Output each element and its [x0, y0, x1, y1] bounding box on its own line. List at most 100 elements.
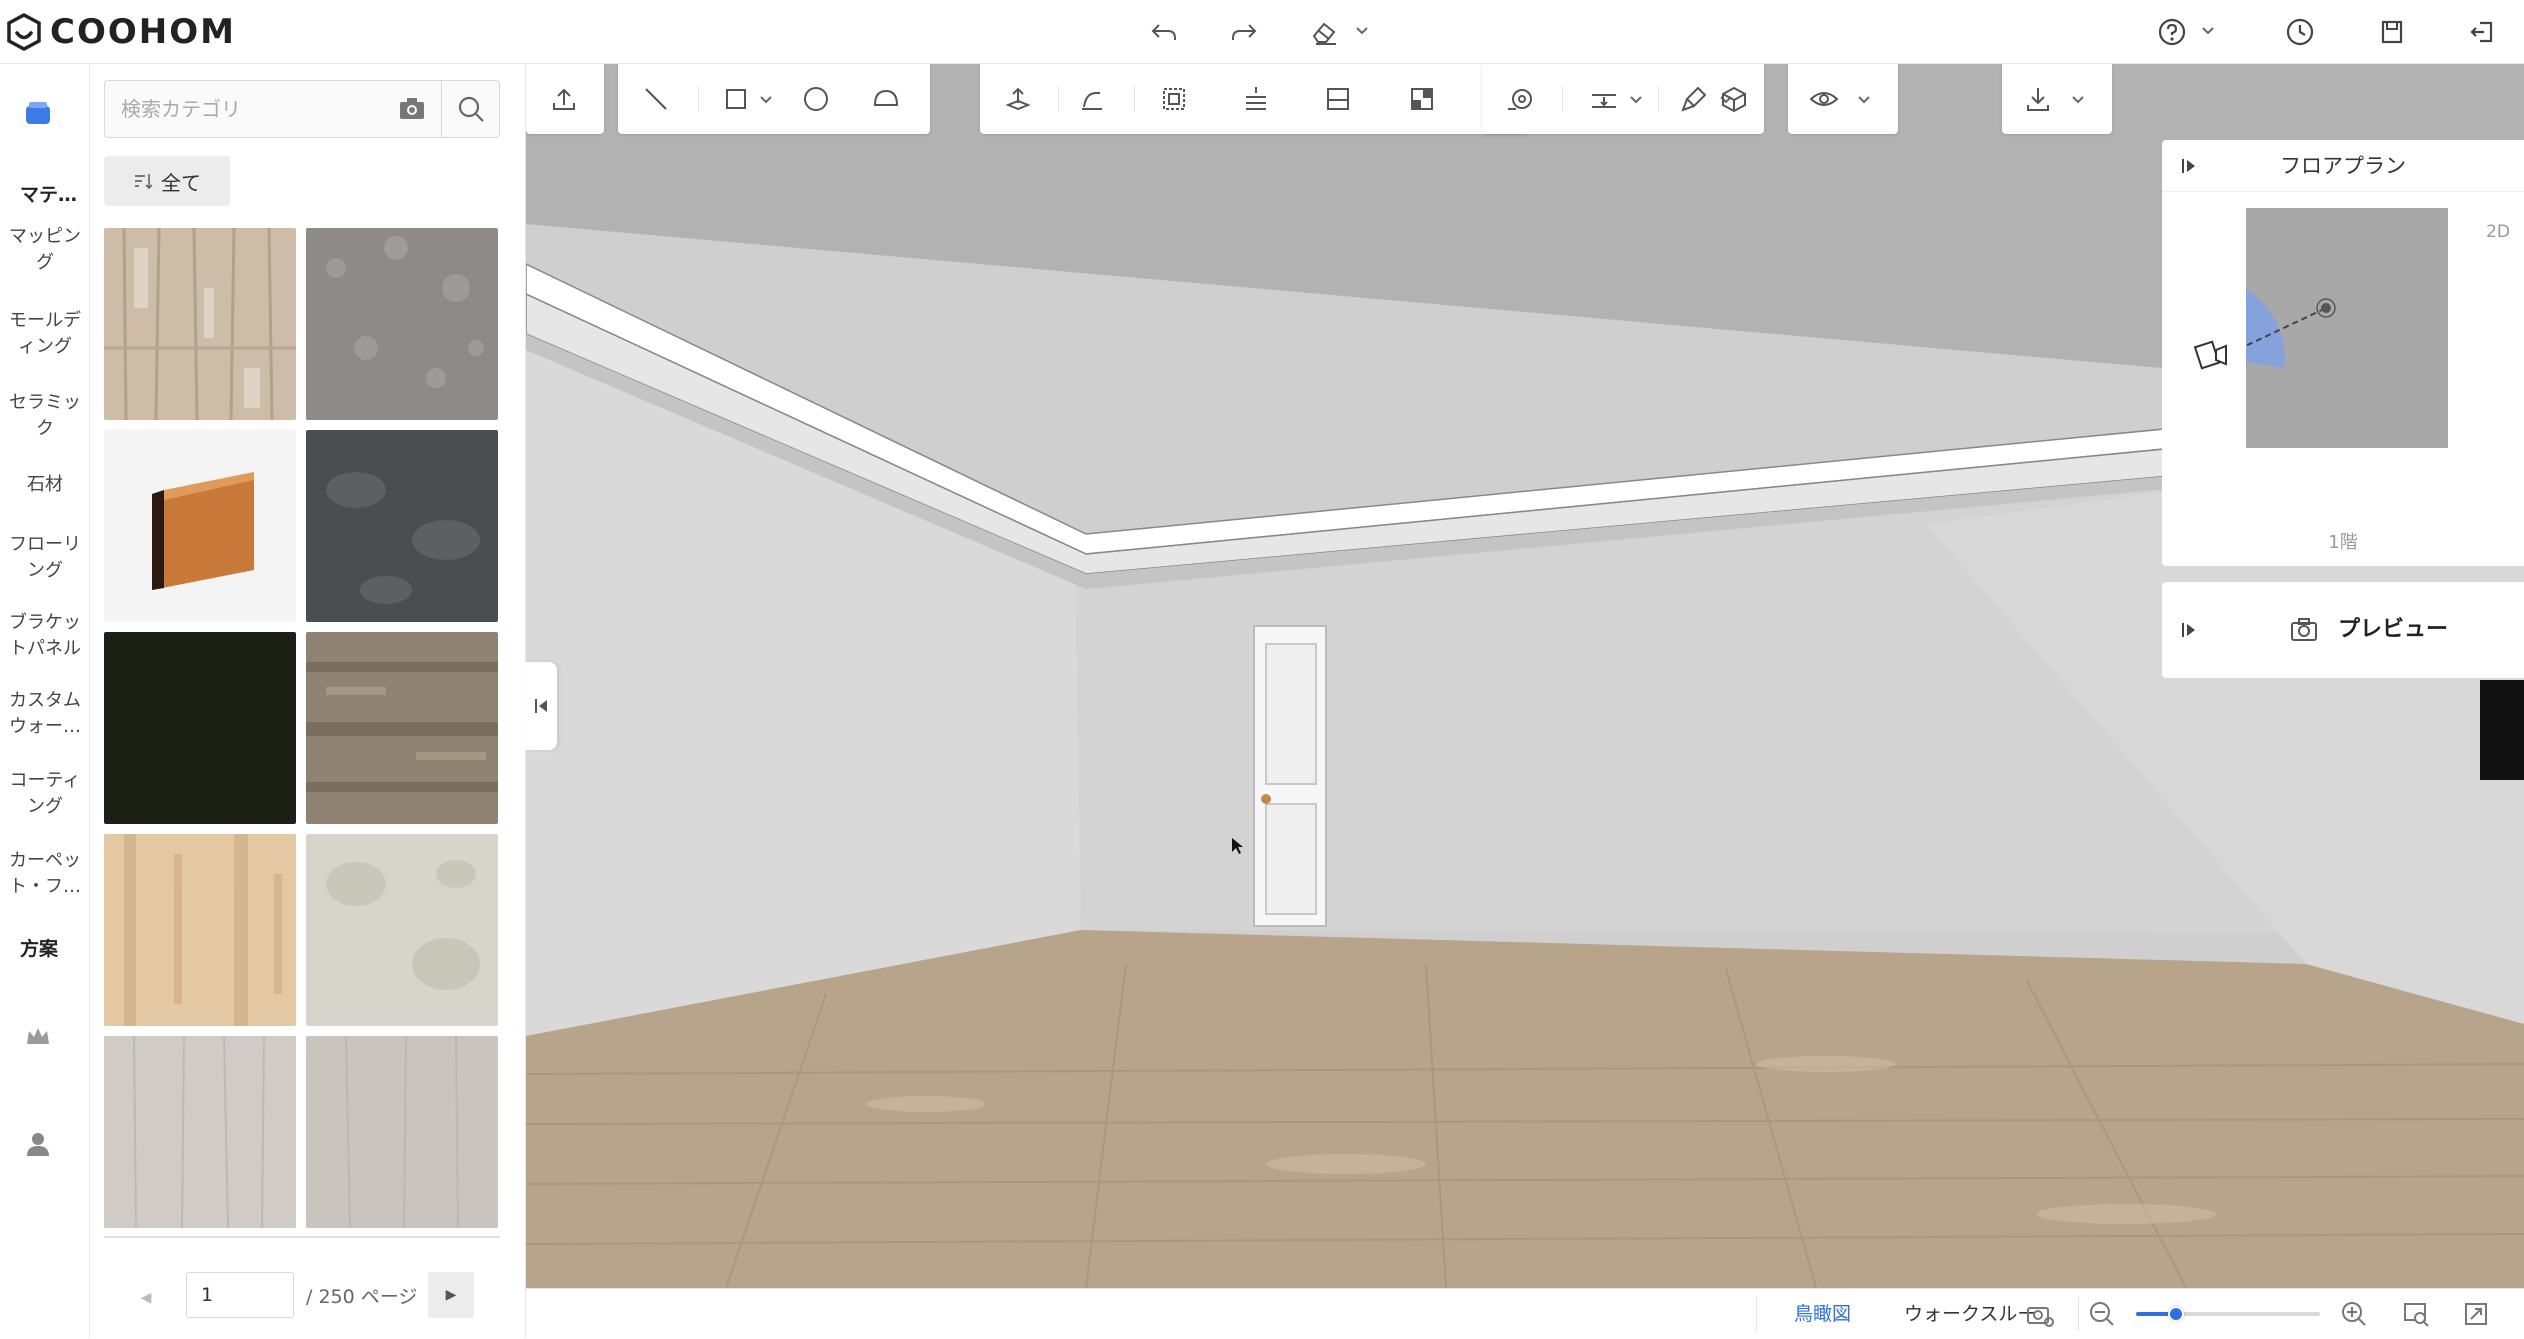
chevron-down-icon[interactable] [758, 91, 774, 107]
material-thumb[interactable] [306, 632, 498, 824]
search-box [104, 80, 500, 138]
material-thumb[interactable] [104, 834, 296, 1026]
filter-all-button[interactable]: 全て [104, 156, 230, 206]
divider [1134, 86, 1135, 112]
floorplan-header: フロアプラン [2162, 140, 2524, 192]
nav-group-material[interactable]: マテ… [0, 180, 90, 207]
camera-position-icon[interactable] [2190, 338, 2228, 372]
redo-icon[interactable] [1226, 14, 1262, 50]
fit-view-icon[interactable] [2400, 1298, 2432, 1330]
line-icon[interactable] [638, 81, 674, 117]
rectangle-icon[interactable] [718, 81, 754, 117]
split-panel-icon[interactable] [1320, 81, 1356, 117]
arc-icon[interactable] [868, 81, 904, 117]
zoom-out-icon[interactable] [2086, 1298, 2118, 1330]
nav-group-plan[interactable]: 方案 [0, 934, 90, 961]
divider [1658, 86, 1659, 112]
nav-item-flooring[interactable]: フローリング [0, 532, 90, 584]
floorplan-panel: フロアプラン 2D 1階 [2162, 140, 2524, 566]
preview-label: プレビュー [2338, 617, 2449, 642]
view-mode-toggle[interactable]: 2D [2486, 222, 2510, 242]
material-thumb[interactable] [104, 430, 296, 622]
chevron-down-icon[interactable] [2200, 22, 2216, 38]
brand-name: COOHOM [50, 12, 236, 52]
zoom-in-icon[interactable] [2338, 1298, 2370, 1330]
camera-icon[interactable] [395, 93, 429, 125]
prev-page-button[interactable]: ◀ [136, 1288, 156, 1308]
material-thumb[interactable] [104, 228, 296, 420]
pagination: ◀ / 250 ページ ▶ [90, 1264, 526, 1334]
bottom-bar: 鳥瞰図 ウォークスルー [526, 1288, 2524, 1338]
toolbar-group-export [2002, 64, 2112, 134]
fullscreen-icon[interactable] [2460, 1298, 2492, 1330]
exit-icon[interactable] [2464, 14, 2500, 50]
camera-settings-icon[interactable] [2024, 1298, 2056, 1330]
collapse-left-icon [535, 699, 547, 713]
top-bar: COOHOM [0, 0, 2524, 64]
toolbar-group-draw [618, 64, 930, 134]
preview-panel[interactable]: プレビュー [2162, 582, 2524, 678]
chevron-down-icon[interactable] [2070, 91, 2086, 107]
nav-item-stone[interactable]: 石材 [0, 472, 90, 498]
material-thumb[interactable] [306, 228, 498, 420]
page-total: / 250 ページ [306, 1286, 418, 1308]
cube-icon[interactable] [1716, 81, 1752, 117]
layout-icon[interactable] [1404, 81, 1440, 117]
material-thumb[interactable] [104, 632, 296, 824]
tape-measure-icon[interactable] [1502, 81, 1538, 117]
chevron-down-icon[interactable] [1628, 91, 1644, 107]
material-thumb[interactable] [306, 834, 498, 1026]
nav-item-molding[interactable]: モールディング [0, 308, 90, 360]
nav-item-bracket-panel[interactable]: ブラケットパネル [0, 610, 90, 662]
nav-item-carpet[interactable]: カーペット・フ… [0, 848, 90, 900]
search-input[interactable] [105, 81, 401, 137]
download-icon[interactable] [2020, 81, 2056, 117]
circle-icon[interactable] [798, 81, 834, 117]
search-icon [458, 96, 484, 122]
chevron-down-icon[interactable] [1856, 91, 1872, 107]
history-icon[interactable] [2282, 14, 2318, 50]
eye-icon[interactable] [1806, 81, 1842, 117]
bend-icon[interactable] [1074, 81, 1110, 117]
toolbar-group-view [1788, 64, 1898, 134]
floor-label[interactable]: 1階 [2162, 528, 2524, 554]
toolbar-group-import [526, 64, 604, 134]
left-nav: マテ… マッピング モールディング セラミック 石材 フローリング ブラケットパ… [0, 64, 90, 1338]
crown-icon[interactable] [22, 1020, 54, 1052]
divider [1756, 1297, 1757, 1331]
divider [2078, 1297, 2079, 1331]
material-thumb[interactable] [306, 1036, 498, 1228]
eraser-icon[interactable] [1306, 14, 1342, 50]
nav-item-coating[interactable]: コーティング [0, 768, 90, 820]
save-icon[interactable] [2374, 14, 2410, 50]
page-number-input[interactable] [186, 1272, 294, 1318]
view-walkthrough-tab[interactable]: ウォークスルー [1904, 1289, 2036, 1339]
view-bird-eye-tab[interactable]: 鳥瞰図 [1794, 1289, 1851, 1339]
logo: COOHOM [4, 10, 236, 54]
search-button[interactable] [441, 81, 499, 137]
undo-icon[interactable] [1146, 14, 1182, 50]
layers-icon[interactable] [22, 98, 54, 130]
next-page-button[interactable]: ▶ [428, 1272, 474, 1318]
nav-item-ceramic[interactable]: セラミック [0, 390, 90, 442]
nav-item-mapping[interactable]: マッピング [0, 224, 90, 276]
divider [104, 1236, 500, 1238]
zoom-slider[interactable] [2136, 1306, 2320, 1322]
cube-icon-wrap [1698, 64, 1768, 134]
zoom-slider-handle[interactable] [2168, 1306, 2185, 1322]
help-icon[interactable] [2154, 14, 2190, 50]
material-thumb[interactable] [104, 1036, 296, 1228]
floorplan-map[interactable] [2219, 208, 2448, 448]
collapse-panel-button[interactable] [525, 662, 557, 750]
toolbar-group-edit [980, 64, 1528, 134]
select-area-icon[interactable] [1156, 81, 1192, 117]
user-icon[interactable] [22, 1128, 54, 1160]
nav-item-custom-wall[interactable]: カスタムウォー… [0, 688, 90, 740]
material-thumb[interactable] [306, 430, 498, 622]
upload-icon[interactable] [546, 81, 582, 117]
expand-right-icon[interactable] [2180, 620, 2200, 640]
dimension-icon[interactable] [1586, 81, 1622, 117]
extrude-icon[interactable] [1000, 81, 1036, 117]
chevron-down-icon[interactable] [1354, 22, 1370, 38]
align-icon[interactable] [1238, 81, 1274, 117]
